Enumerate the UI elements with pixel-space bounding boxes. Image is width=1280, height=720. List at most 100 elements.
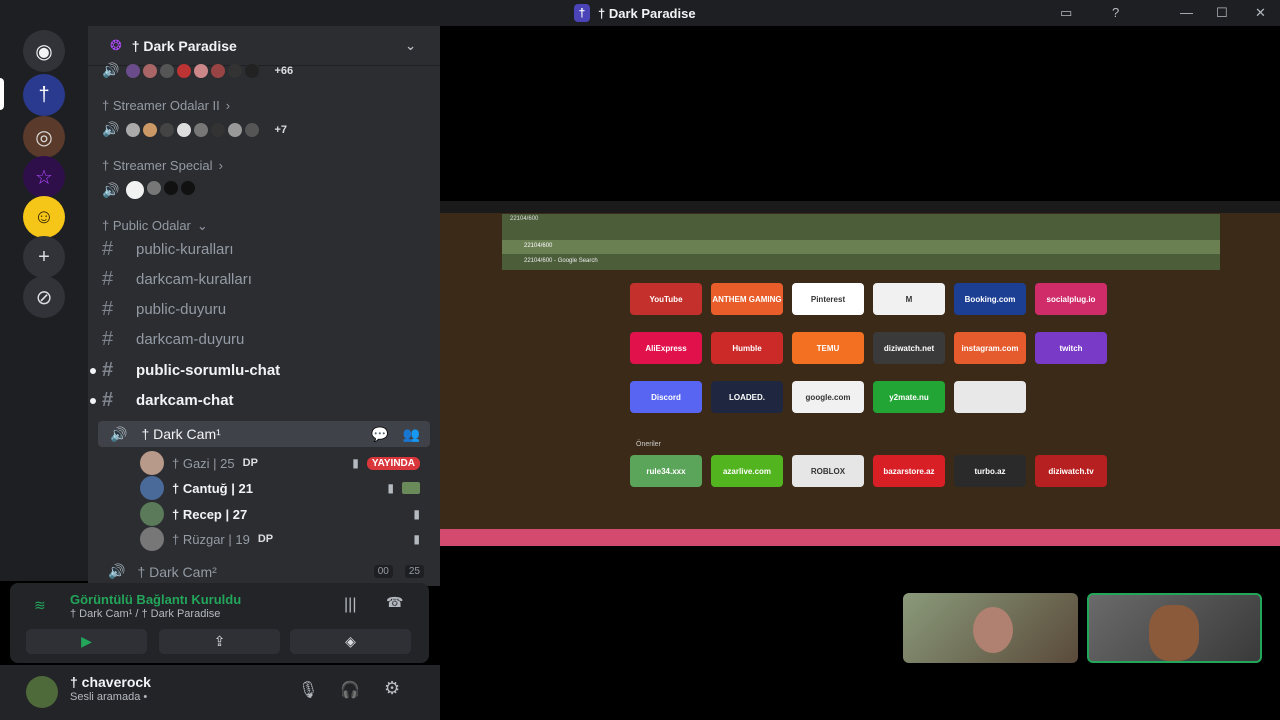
speed-dial-tile[interactable]: YouTube [630,283,702,315]
live-badge: YAYINDA [366,456,420,470]
voice-channel-dark-cam-2[interactable]: 🔊 † Dark Cam² 00 25 [102,563,428,580]
speed-dial-tile[interactable]: ANTHEM GAMING [711,283,783,315]
voice-user-recep[interactable]: † Recep | 27 ▮ [140,502,420,526]
voice-user-cantug[interactable]: † Cantuğ | 21 ▮ [140,476,420,500]
maximize-button[interactable]: ☐ [1216,5,1228,21]
speed-dial-tile[interactable]: turbo.az [954,455,1026,487]
server-header[interactable]: ❂ † Dark Paradise ⌄ [88,26,440,66]
speed-dial-tile[interactable]: Discord [630,381,702,413]
address-text: 22104/600 [510,216,539,222]
speed-dial-tile[interactable]: rule34.xxx [630,455,702,487]
speed-dial-tile[interactable]: instagram.com [954,332,1026,364]
microphone-icon[interactable]: 🎙 [298,680,318,700]
voice-avatars [125,180,197,200]
category-label: † Streamer Odalar II [102,98,220,113]
speed-dial-tile[interactable]: TEMU [792,332,864,364]
speed-dial-tile[interactable]: azarlive.com [711,455,783,487]
voice-row-special[interactable]: 🔊 [102,180,428,200]
chat-bubble-icon[interactable]: 💬 [371,426,388,443]
server-2-icon[interactable]: ◎ [23,116,65,158]
server-dark-paradise-icon[interactable]: † [23,74,65,116]
video-camera-icon: ▶ [81,633,92,649]
user-status: Sesli aramada • [70,691,148,703]
channel-public-duyuru[interactable]: # public-duyuru [102,298,428,321]
server-star-icon[interactable]: ☆ [23,156,65,198]
speaker-icon: 🔊 [110,425,128,442]
voice-channel-dark-cam-1[interactable]: 🔊 † Dark Cam¹ 💬 👥 [98,421,430,447]
voice-extra-count: +7 [274,123,287,136]
user-panel: † chaverock Sesli aramada • 🎙 🎧 ⚙ [0,665,440,720]
channel-public-sorumlu-chat[interactable]: # public-sorumlu-chat [90,359,428,382]
minimize-button[interactable]: — [1180,5,1193,20]
disconnect-icon[interactable]: ☎ [386,594,403,611]
voice-user-ruzgar[interactable]: † Rüzgar | 19 DP ▮ [140,527,420,551]
avatar[interactable] [26,676,58,708]
stream-preview-icon [402,482,420,494]
speed-dial-tile[interactable]: ROBLOX [792,455,864,487]
help-icon[interactable]: ? [1112,5,1119,20]
speed-dial-tile[interactable]: AliExpress [630,332,702,364]
unread-indicator [90,367,96,374]
speed-dial-tile[interactable]: google.com [792,381,864,413]
speed-dial-tile[interactable]: diziwatch.net [873,332,945,364]
speaker-icon: 🔊 [102,62,120,78]
connection-location[interactable]: † Dark Cam¹ / † Dark Paradise [70,608,220,620]
channel-darkcam-chat[interactable]: # darkcam-chat [90,389,428,412]
voice-user-name: † Cantuğ | 21 [172,480,253,496]
gear-icon[interactable]: ⚙ [384,678,400,699]
category-streamer-odalar[interactable]: † Streamer Odalar II › [102,98,428,113]
speed-dial-tile[interactable]: Pinterest [792,283,864,315]
voice-user-name: † Recep | 27 [172,506,248,522]
camera-icon: ▮ [413,507,420,521]
category-public-odalar[interactable]: † Public Odalar ⌄ [102,218,428,234]
discord-home-icon[interactable]: ◉ [23,30,65,72]
hash-icon: # [102,328,114,350]
camera-button[interactable]: ▶ [26,629,147,654]
channel-darkcam-kurallari[interactable]: # darkcam-kuralları [102,268,428,291]
speed-dial-tile[interactable]: Humble [711,332,783,364]
hash-icon: # [102,238,114,260]
webcam-tile-1[interactable] [903,593,1078,663]
speed-dial-tile[interactable] [954,381,1026,413]
voice-user-gazi[interactable]: † Gazi | 25 DP ▮ YAYINDA [140,451,420,475]
category-streamer-special[interactable]: † Streamer Special › [102,158,428,173]
add-user-icon[interactable]: 👥 [403,426,420,443]
webcam-tile-2-speaking[interactable] [1087,593,1262,663]
suggestion-2[interactable]: 22104/600 - Google Search [524,258,598,264]
headphones-icon[interactable]: 🎧 [340,680,360,700]
explore-servers-icon[interactable]: ⊘ [23,276,65,318]
speed-dial-tile[interactable]: diziwatch.tv [1035,455,1107,487]
unread-indicator [90,397,96,404]
chevron-right-icon: › [218,158,223,173]
shared-screen[interactable]: 22104/600 22104/600 22104/600 - Google S… [440,201,1280,546]
noise-suppression-icon[interactable]: ||| [344,596,356,614]
speed-dial-tile[interactable]: M [873,283,945,315]
dp-tag: DP [242,457,258,469]
voice-row-top[interactable]: 🔊 +66 [102,62,428,79]
server-smiley-icon[interactable]: ☺ [23,196,65,238]
voice-row-streamer[interactable]: 🔊 +7 [102,121,428,138]
server-rail: ◉ † ◎ ☆ ☺ + ⊘ [0,26,88,581]
channel-label: public-duyuru [136,301,227,318]
screen-share-icon: ⇪ [213,633,226,649]
close-button[interactable]: ✕ [1255,5,1266,21]
channel-darkcam-duyuru[interactable]: # darkcam-duyuru [102,328,428,351]
voice-extra-count: +66 [274,64,294,77]
screen-share-button[interactable]: ⇪ [159,629,280,654]
speed-dial-tile[interactable]: y2mate.nu [873,381,945,413]
screen-share-icon[interactable]: ▭ [1060,5,1072,21]
speed-dial-tile[interactable]: twitch [1035,332,1107,364]
hash-icon: # [102,298,114,320]
channel-label: public-kuralları [136,241,234,258]
chevron-down-icon[interactable]: ⌄ [405,38,416,54]
gamepad-icon: ◈ [345,633,356,649]
speed-dial-tile[interactable]: LOADED. [711,381,783,413]
channel-public-kurallari[interactable]: # public-kuralları [102,238,428,261]
active-server-pill [0,78,4,110]
speed-dial-tile[interactable]: bazarstore.az [873,455,945,487]
suggestion-1[interactable]: 22104/600 [502,240,1220,254]
speed-dial-tile[interactable]: socialplug.io [1035,283,1107,315]
speed-dial-tile[interactable]: Booking.com [954,283,1026,315]
activities-button[interactable]: ◈ [290,629,411,654]
add-server-icon[interactable]: + [23,236,65,278]
